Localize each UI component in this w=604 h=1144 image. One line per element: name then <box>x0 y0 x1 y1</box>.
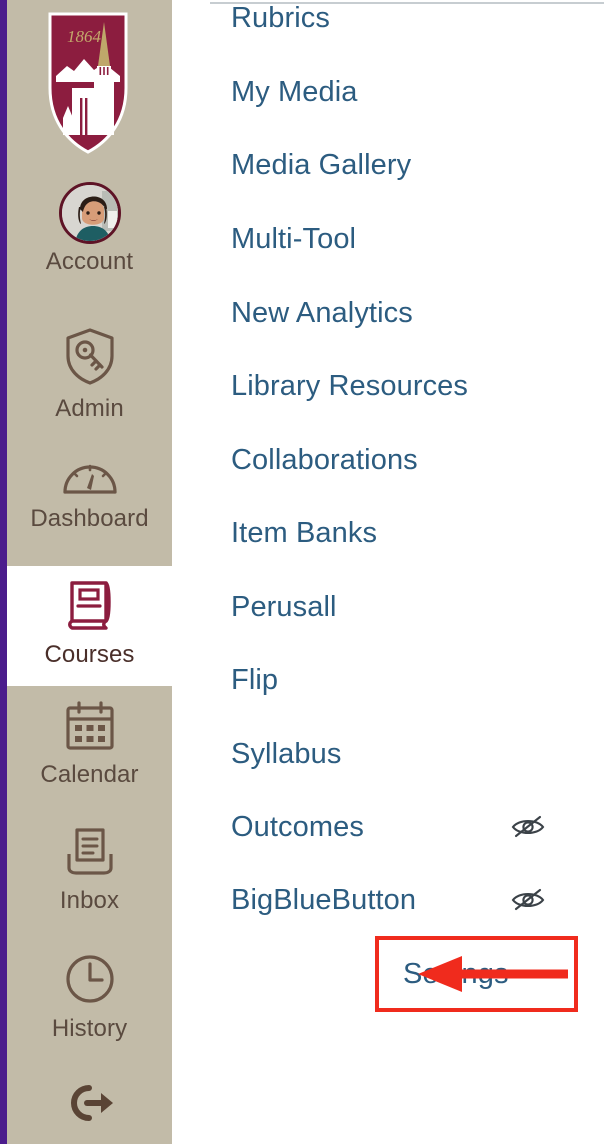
course-nav-item-my-media[interactable]: My Media <box>172 64 604 120</box>
sidebar-item-label: History <box>51 1015 128 1042</box>
annotation-arrow-icon <box>418 955 568 993</box>
course-nav-item-item-banks[interactable]: Item Banks <box>172 505 604 561</box>
course-nav-item-library-resources[interactable]: Library Resources <box>172 358 604 414</box>
sidebar-item-label: Calendar <box>40 761 139 788</box>
calendar-icon <box>63 700 117 757</box>
course-nav-item-collaborations[interactable]: Collaborations <box>172 432 604 488</box>
sidebar-item-logout[interactable] <box>7 1082 172 1144</box>
course-nav-label: Outcomes <box>231 811 364 843</box>
avatar-photo <box>61 185 118 241</box>
global-nav-accent-edge <box>0 0 7 1144</box>
clock-icon <box>63 952 117 1011</box>
course-nav-label: New Analytics <box>231 297 413 329</box>
global-navigation-sidebar: 1864 Account Admin Dashboard Courses Cal… <box>0 0 172 1144</box>
course-nav-label: My Media <box>231 76 358 108</box>
avatar <box>58 182 121 244</box>
course-nav-item-flip[interactable]: Flip <box>172 652 604 708</box>
sidebar-item-label: Admin <box>55 395 124 422</box>
svg-text:1864: 1864 <box>67 27 102 46</box>
course-nav-item-rubrics[interactable]: Rubrics <box>172 0 604 46</box>
sidebar-item-label: Dashboard <box>30 505 149 532</box>
course-nav-label: Library Resources <box>231 370 469 402</box>
sidebar-item-admin[interactable]: Admin <box>7 326 172 442</box>
course-nav-label: Rubrics <box>231 2 330 34</box>
hidden-from-students-eye-off-icon[interactable] <box>511 888 545 912</box>
sidebar-item-label: Inbox <box>59 887 120 914</box>
sidebar-item-label: Account <box>45 248 134 275</box>
sidebar-item-courses[interactable]: Courses <box>7 566 172 686</box>
sidebar-item-inbox[interactable]: Inbox <box>7 826 172 942</box>
course-nav-item-syllabus[interactable]: Syllabus <box>172 726 604 782</box>
course-nav-item-perusall[interactable]: Perusall <box>172 579 604 635</box>
gauge-icon <box>60 450 120 501</box>
course-nav-item-bigbluebutton[interactable]: BigBlueButton <box>172 872 604 928</box>
course-nav-label: Collaborations <box>231 444 418 476</box>
course-nav-label: Flip <box>231 664 279 696</box>
course-nav-label: Perusall <box>231 591 337 623</box>
course-nav-item-outcomes[interactable]: Outcomes <box>172 799 604 855</box>
course-nav-item-new-analytics[interactable]: New Analytics <box>172 285 604 341</box>
inbox-tray-icon <box>63 826 117 883</box>
sidebar-item-history[interactable]: History <box>7 952 172 1068</box>
course-nav-label: BigBlueButton <box>231 884 417 916</box>
course-nav-item-multi-tool[interactable]: Multi-Tool <box>172 211 604 267</box>
sidebar-item-dashboard[interactable]: Dashboard <box>7 450 172 566</box>
shield-key-icon <box>62 326 118 391</box>
course-nav-item-media-gallery[interactable]: Media Gallery <box>172 137 604 193</box>
course-nav-label: Syllabus <box>231 738 342 770</box>
course-nav-label: Media Gallery <box>231 149 412 181</box>
course-nav-label: Multi-Tool <box>231 223 357 255</box>
university-shield-logo[interactable]: 1864 <box>47 10 129 155</box>
course-nav-label: Item Banks <box>231 517 378 549</box>
canvas-course-navigation-screen: 1864 Account Admin Dashboard Courses Cal… <box>0 0 604 1144</box>
hidden-from-students-eye-off-icon[interactable] <box>511 815 545 839</box>
sidebar-item-calendar[interactable]: Calendar <box>7 700 172 816</box>
logout-arrow-icon <box>63 1082 117 1129</box>
sidebar-item-label: Courses <box>44 641 135 668</box>
sidebar-item-account[interactable]: Account <box>7 182 172 304</box>
book-icon <box>62 578 118 637</box>
